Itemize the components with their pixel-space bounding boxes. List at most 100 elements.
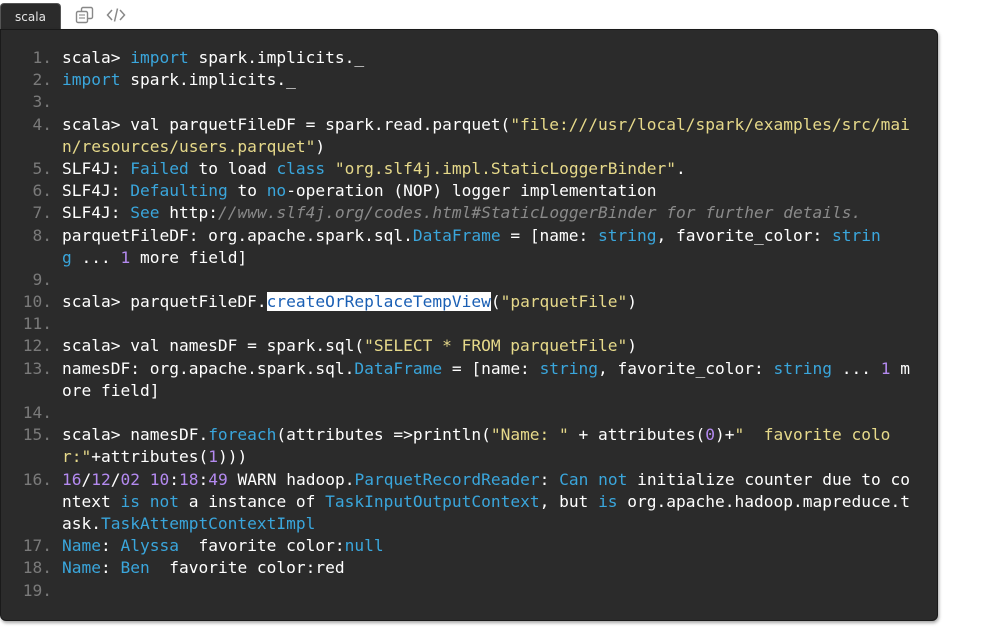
code-token: Failed — [130, 158, 189, 178]
line-number: 5. — [32, 158, 53, 178]
code-lines: 1. scala> import spark.implicits._ 2. impor… — [1, 47, 931, 602]
line-number: 9. — [32, 269, 53, 289]
line-number: 17. — [22, 536, 52, 556]
code-token: favorite color: — [178, 536, 345, 556]
code-token: 10 — [149, 469, 170, 489]
code-token: org.apache.hadoop.mapreduce.t — [617, 491, 910, 511]
code-token: g — [62, 247, 72, 267]
code-line: 14. — [1, 402, 931, 424]
code-line: 9. — [1, 269, 931, 291]
code-token: n/resources/users.parquet" — [62, 136, 316, 156]
code-token: +attributes( — [91, 447, 209, 467]
code-token: TaskInputOutputContext — [325, 491, 540, 511]
code-token: "file:///usr/local/spark/examples/src/ma… — [510, 114, 910, 134]
code-token: spark.implicits._ — [120, 70, 296, 90]
code-token: : — [100, 558, 121, 578]
code-token: 02 — [120, 469, 141, 489]
code-token: http: — [159, 203, 218, 223]
code-text: r:"+attributes(1))) — [62, 446, 247, 468]
code-token: to — [227, 181, 267, 201]
code-line: 7. SLF4J: See http://www.slf4j.org/codes.… — [1, 202, 931, 224]
line-number: 14. — [22, 403, 52, 423]
code-text: import spark.implicits._ — [62, 69, 296, 91]
code-token: Alyssa — [120, 536, 179, 556]
code-token: is — [598, 491, 618, 511]
code-token: -operation (NOP) logger implementation — [286, 181, 657, 201]
code-token: / — [110, 469, 121, 489]
code-token: string — [773, 358, 832, 378]
code-token: scala> namesDF. — [62, 425, 209, 445]
line-number: 3. — [32, 92, 53, 112]
code-token: string — [539, 358, 599, 378]
code-token: : — [100, 536, 121, 556]
code-token: ) — [315, 136, 326, 156]
code-line: 19. — [1, 580, 931, 602]
line-number: 19. — [22, 580, 52, 600]
code-token: 1 — [120, 247, 131, 267]
code-token: 49 — [208, 469, 228, 489]
code-token: strin — [831, 225, 881, 245]
code-token: TaskAttemptContextImpl — [100, 514, 316, 534]
code-line: 5. SLF4J: Failed to load class "org.slf4j… — [1, 158, 931, 180]
code-token: 1 — [208, 447, 218, 467]
code-text: ask.TaskAttemptContextImpl — [62, 513, 315, 535]
code-token: ntext — [62, 491, 121, 511]
code-token: ( — [490, 292, 501, 312]
code-token: SLF4J: — [62, 203, 131, 223]
code-token: "Name: " — [490, 425, 569, 445]
code-token: 12 — [91, 469, 111, 489]
tab-scala[interactable]: scala — [0, 3, 61, 30]
code-token: : — [539, 469, 560, 489]
code-token: , but — [539, 491, 599, 511]
code-token: foreach — [208, 425, 277, 445]
code-line: 4. scala> val parquetFileDF = spark.read.… — [1, 114, 931, 158]
code-token: no — [266, 181, 287, 201]
code-token: ParquetRecordReader — [354, 469, 540, 489]
line-number: 16. — [22, 469, 52, 489]
code-line: 3. — [1, 91, 931, 113]
code-token: is — [120, 491, 140, 511]
code-token: r:" — [62, 447, 92, 467]
code-token: ... — [71, 247, 121, 267]
code-text: 16/12/02 10:18:49 WARN hadoop.ParquetRec… — [62, 469, 910, 491]
code-line: 1. scala> import spark.implicits._ — [1, 47, 931, 69]
code-text: SLF4J: Defaulting to no-operation (NOP) … — [62, 180, 657, 202]
code-token: initialize counter due to co — [627, 469, 911, 489]
line-number: 7. — [32, 203, 53, 223]
code-token: namesDF: org.apache.spark.sql. — [62, 358, 355, 378]
code-token: : — [169, 469, 179, 489]
code-token: Defaulting — [130, 181, 228, 201]
code-token: 1 — [880, 358, 891, 378]
code-text: scala> val parquetFileDF = spark.read.pa… — [62, 114, 910, 136]
tab-bar: scala — [0, 0, 987, 31]
line-number: 4. — [32, 114, 53, 134]
line-number: 18. — [22, 558, 52, 578]
code-token: Name — [62, 536, 101, 556]
code-icon[interactable] — [106, 6, 126, 24]
code-token: a instance of — [178, 491, 326, 511]
code-token[interactable]: createOrReplaceTempView — [266, 292, 491, 312]
code-line: 6. SLF4J: Defaulting to no-operation (NOP… — [1, 180, 931, 202]
code-token: scala> val namesDF = spark.sql( — [62, 336, 365, 356]
code-token: ask. — [62, 514, 101, 534]
code-token: class — [276, 158, 326, 178]
code-line: 11. — [1, 313, 931, 335]
code-token: ) — [627, 292, 638, 312]
code-token: SLF4J: — [62, 158, 131, 178]
code-token: scala> — [62, 48, 131, 67]
code-token: not — [598, 469, 628, 489]
code-text: Name: Ben favorite color:red — [62, 557, 345, 579]
copy-icon[interactable] — [75, 6, 95, 24]
code-token: import — [62, 70, 121, 90]
code-text: g ... 1 more field] — [62, 247, 247, 269]
code-token: "SELECT * FROM parquetFile" — [364, 336, 628, 356]
code-token: , favorite_color: — [598, 358, 774, 378]
code-text: SLF4J: See http://www.slf4j.org/codes.ht… — [62, 202, 861, 224]
code-text: parquetFileDF: org.apache.spark.sql.Data… — [62, 225, 881, 247]
code-text: namesDF: org.apache.spark.sql.DataFrame … — [62, 358, 910, 380]
code-line: 17. Name: Alyssa favorite color:null — [1, 535, 931, 557]
line-number: 8. — [32, 225, 53, 245]
